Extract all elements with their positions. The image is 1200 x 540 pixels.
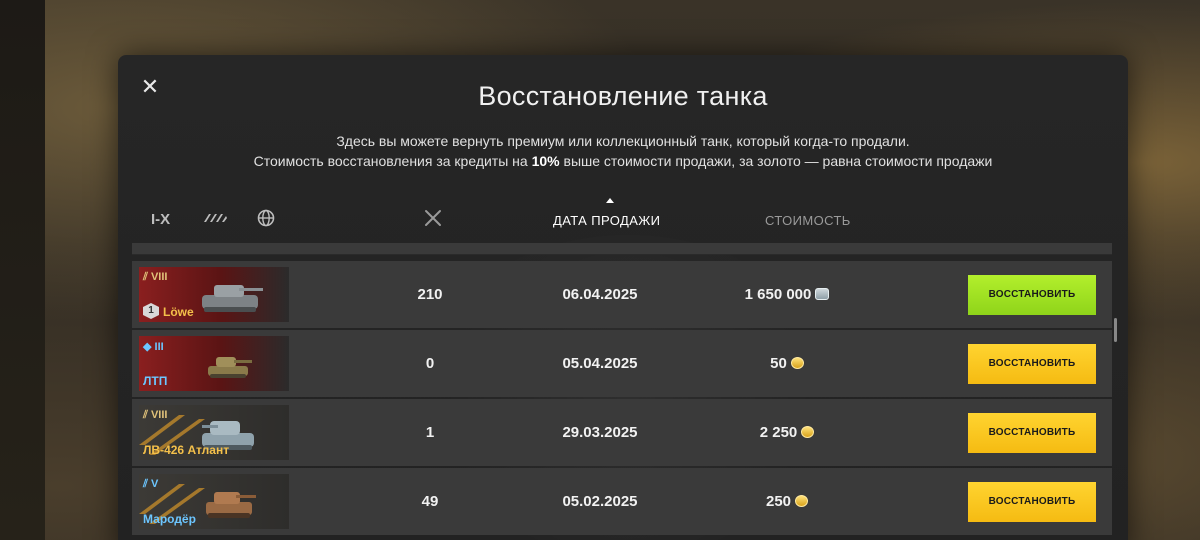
subtitle-line-2: Стоимость восстановления за кредиты на 1… <box>118 151 1128 171</box>
subtitle-line-1: Здесь вы можете вернуть премиум или колл… <box>336 133 910 149</box>
tier-label: ⫽ VIII <box>143 409 168 421</box>
tier-filter[interactable]: I-X <box>151 211 170 228</box>
price-value: 1 650 000 <box>744 286 812 303</box>
tier-number: VIII <box>150 409 168 421</box>
restore-price: 2 250 <box>692 424 882 441</box>
restore-button[interactable]: ВОССТАНОВИТЬ <box>968 482 1096 522</box>
tier-number: VIII <box>150 271 168 283</box>
price-value: 2 250 <box>759 424 798 441</box>
tank-name: ЛТП <box>143 374 168 388</box>
battles-column-header[interactable] <box>423 208 443 231</box>
restore-price: 250 <box>692 493 882 510</box>
tank-image <box>208 357 252 378</box>
dialog-subtitle: Здесь вы можете вернуть премиум или колл… <box>118 131 1128 171</box>
tank-thumbnail: ⫽ VIII 1 Löwe <box>139 267 289 322</box>
tank-list: ⫽ VIII 1 Löwe 210 06.04.2025 1 650 000 В… <box>132 243 1112 540</box>
sale-date: 05.02.2025 <box>562 493 638 510</box>
list-item: ⫽ V Мародёр 49 05.02.2025 250 ВОССТАНОВИ… <box>132 468 1112 535</box>
price-column-header[interactable]: СТОИМОСТЬ <box>765 213 851 228</box>
tank-image <box>206 492 256 518</box>
battles-count: 0 <box>425 355 435 372</box>
backdrop-left-panel <box>0 0 45 540</box>
restore-button[interactable]: ВОССТАНОВИТЬ <box>968 413 1096 453</box>
battles-count: 1 <box>425 424 435 441</box>
tank-thumbnail: ◆ III ЛТП <box>139 336 289 391</box>
table-header: I-X ДАТА ПРОДАЖИ СТОИМОСТЬ <box>118 205 1128 235</box>
subtitle-text: выше стоимости продажи, за золото — равн… <box>559 153 993 169</box>
tank-name: Löwe <box>163 305 194 319</box>
list-item: ◆ III ЛТП 0 05.04.2025 50 ВОССТАНОВИТЬ <box>132 330 1112 397</box>
subtitle-text: Стоимость восстановления за кредиты на <box>253 153 532 169</box>
gold-coins-icon <box>790 357 804 369</box>
tank-thumbnail: ⫽ V Мародёр <box>139 474 289 529</box>
tier-label: ◆ III <box>143 341 164 353</box>
tier-number: III <box>154 341 164 353</box>
sort-ascending-icon <box>606 198 614 203</box>
gold-coins-icon <box>801 426 815 438</box>
battles-count: 210 <box>417 286 443 303</box>
price-value: 250 <box>765 493 792 510</box>
sale-date-column-header[interactable]: ДАТА ПРОДАЖИ <box>553 213 660 228</box>
silver-credits-icon <box>815 288 830 300</box>
tank-name: ЛВ-426 Атлант <box>143 443 230 457</box>
restore-button[interactable]: ВОССТАНОВИТЬ <box>968 275 1096 315</box>
vehicle-class-icon[interactable] <box>202 210 228 230</box>
list-item-partial <box>132 243 1112 255</box>
sale-date: 06.04.2025 <box>562 286 638 303</box>
scrollbar[interactable] <box>1114 318 1117 342</box>
tier-label: ⫽ VIII <box>143 271 168 283</box>
price-value: 50 <box>770 355 787 372</box>
list-item: ⫽ VIII ЛВ-426 Атлант 1 29.03.2025 2 250 … <box>132 399 1112 466</box>
subtitle-highlight: 10% <box>531 153 560 169</box>
tier-number: V <box>150 478 159 490</box>
list-item: ⫽ VIII 1 Löwe 210 06.04.2025 1 650 000 В… <box>132 261 1112 328</box>
tank-thumbnail: ⫽ VIII ЛВ-426 Атлант <box>139 405 289 460</box>
tier-label: ⫽ V <box>143 478 159 490</box>
battles-count: 49 <box>421 493 439 510</box>
sale-date: 29.03.2025 <box>562 424 638 441</box>
restore-tank-dialog: ✕ Восстановление танка Здесь вы можете в… <box>118 55 1128 540</box>
tank-name: Мародёр <box>143 512 196 526</box>
dialog-title: Восстановление танка <box>478 81 768 111</box>
gold-coins-icon <box>795 495 809 507</box>
restore-button[interactable]: ВОССТАНОВИТЬ <box>968 344 1096 384</box>
sale-date: 05.04.2025 <box>562 355 638 372</box>
tank-image <box>202 285 263 312</box>
crossed-swords-icon <box>425 210 441 226</box>
mastery-badge: 1 <box>143 303 159 319</box>
globe-icon[interactable] <box>257 209 275 231</box>
restore-price: 50 <box>692 355 882 372</box>
restore-price: 1 650 000 <box>692 286 882 303</box>
